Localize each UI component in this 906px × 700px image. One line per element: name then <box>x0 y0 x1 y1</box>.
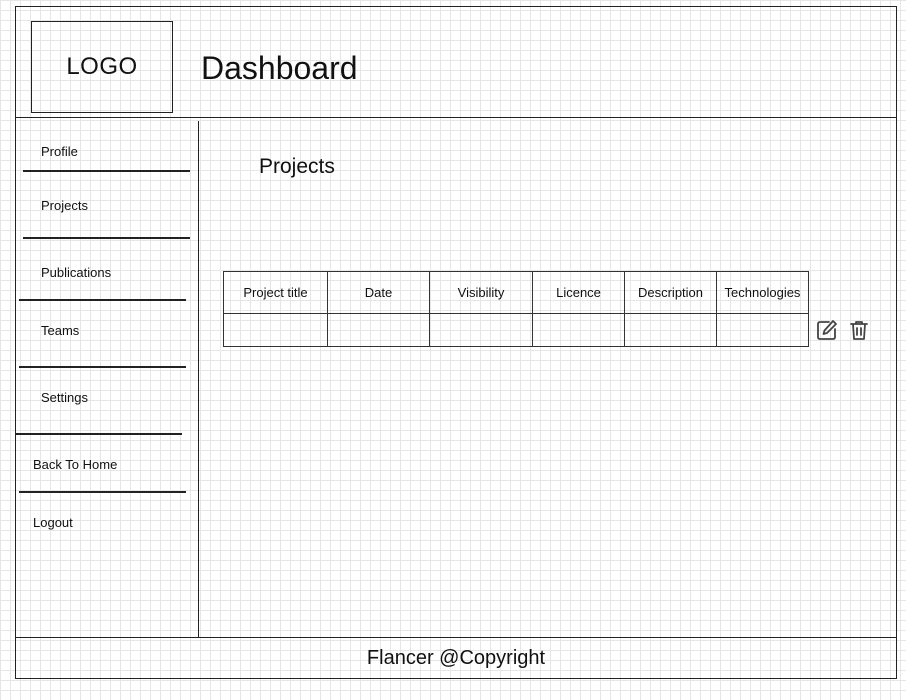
edit-icon[interactable] <box>816 319 838 341</box>
logo[interactable]: LOGO <box>31 21 173 113</box>
column-header[interactable]: Description <box>624 271 717 314</box>
column-header[interactable]: Project title <box>223 271 328 314</box>
column-header[interactable]: Date <box>327 271 430 314</box>
sidebar-item-logout[interactable]: Logout <box>33 515 73 531</box>
column-header[interactable]: Technologies <box>716 271 809 314</box>
sidebar-item-back-to-home[interactable]: Back To Home <box>33 457 117 473</box>
sidebar-item-profile[interactable]: Profile <box>41 144 78 160</box>
sidebar-divider <box>19 299 186 301</box>
table-cell[interactable] <box>429 313 533 347</box>
table-cell[interactable] <box>624 313 717 347</box>
footer: Flancer @Copyright <box>15 637 897 679</box>
section-title: Projects <box>259 155 335 178</box>
sidebar-item-publications[interactable]: Publications <box>41 265 111 281</box>
sidebar-item-teams[interactable]: Teams <box>41 323 79 339</box>
table-row[interactable] <box>223 313 809 347</box>
logo-text: LOGO <box>66 53 138 80</box>
table-cell[interactable] <box>223 313 328 347</box>
column-header[interactable]: Visibility <box>429 271 533 314</box>
sidebar-divider <box>23 237 190 239</box>
trash-icon[interactable] <box>848 319 870 341</box>
sidebar-item-projects[interactable]: Projects <box>41 198 88 214</box>
projects-table: Project title Date Visibility Licence De… <box>223 271 809 347</box>
sidebar-item-settings[interactable]: Settings <box>41 390 88 406</box>
page-title: Dashboard <box>201 50 358 86</box>
column-header[interactable]: Licence <box>532 271 625 314</box>
sidebar-divider <box>19 366 186 368</box>
sidebar-divider <box>19 491 186 493</box>
sidebar-divider <box>16 433 182 435</box>
table-cell[interactable] <box>532 313 625 347</box>
table-cell[interactable] <box>327 313 430 347</box>
table-cell[interactable] <box>716 313 809 347</box>
sidebar-divider <box>23 170 190 172</box>
footer-copyright: Flancer @Copyright <box>366 647 546 669</box>
table-header-row: Project title Date Visibility Licence De… <box>223 271 809 314</box>
